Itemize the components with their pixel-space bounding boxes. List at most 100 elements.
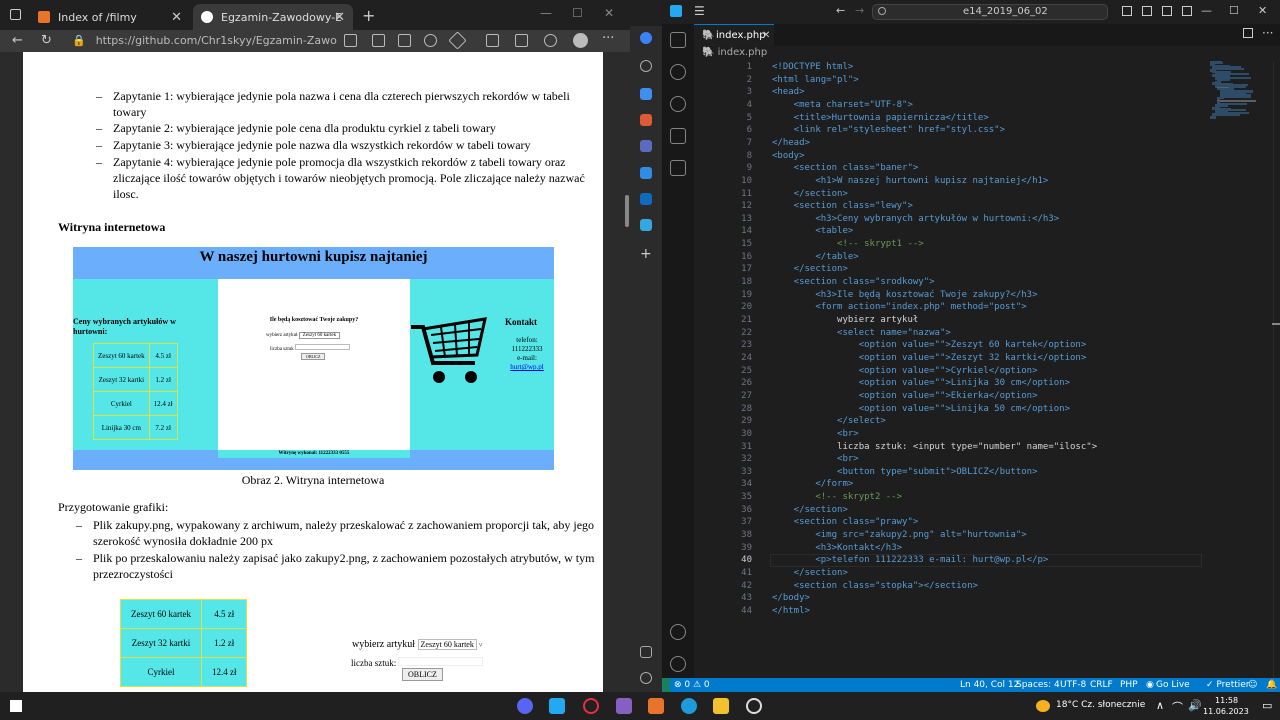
back-icon[interactable]: ← [836, 4, 845, 17]
zoom-icon[interactable] [424, 34, 437, 47]
favorite-star-icon[interactable] [448, 31, 467, 50]
code-line[interactable]: <html lang="pl"> [772, 74, 859, 87]
search-icon[interactable] [640, 60, 652, 72]
code-line[interactable]: </section> [772, 567, 848, 580]
code-line[interactable]: <body> [772, 150, 805, 163]
forward-icon[interactable]: → [855, 4, 864, 17]
command-center-search[interactable]: e14_2019_06_02 [872, 4, 1108, 20]
code-line[interactable]: <br> [772, 453, 859, 466]
tab-close-icon[interactable]: ✕ [334, 10, 345, 25]
layout-icon[interactable] [1182, 6, 1192, 16]
edge-icon[interactable] [681, 698, 697, 714]
toggle-panel-icon[interactable] [1142, 6, 1152, 16]
toggle-sidebar-icon[interactable] [1122, 6, 1132, 16]
minimap[interactable] [1210, 61, 1266, 121]
minimize-icon[interactable]: — [540, 6, 552, 20]
code-line[interactable]: <table> [772, 225, 853, 238]
opera-icon[interactable] [583, 698, 599, 714]
more-actions-icon[interactable]: ··· [1262, 26, 1273, 40]
code-line[interactable]: <head> [772, 86, 805, 99]
problems-indicator[interactable]: ⊗ 0 ⚠ 0 [674, 678, 710, 692]
code-line[interactable]: <option value="">Zeszyt 60 kartek</optio… [772, 339, 1087, 352]
address-input[interactable]: 🔒 https://github.com/Chr1skyy/Egzamin-Zaw… [72, 32, 337, 50]
notification-icon[interactable]: ▭ [1262, 699, 1272, 712]
code-line[interactable]: <section class="lewy"> [772, 200, 913, 213]
maximize-icon[interactable]: ☐ [572, 6, 583, 20]
editor-scrollbar[interactable] [1273, 61, 1280, 678]
account-icon[interactable] [670, 624, 686, 640]
cursor-position[interactable]: Ln 40, Col 12 [960, 678, 1019, 692]
code-line[interactable]: </html> [772, 605, 810, 618]
maximize-icon[interactable]: ☐ [1229, 4, 1239, 17]
add-icon[interactable]: + [640, 246, 652, 262]
code-line[interactable]: <option value="">Cyrkiel</option> [772, 365, 1038, 378]
code-line[interactable]: <option value="">Linijka 30 cm</option> [772, 377, 1070, 390]
code-line[interactable]: <br> [772, 428, 859, 441]
menu-icon[interactable]: ☰ [694, 4, 705, 18]
code-line[interactable]: liczba sztuk: <input type="number" name=… [772, 441, 1097, 454]
shopping-icon[interactable] [640, 88, 652, 100]
settings-gear-icon[interactable] [640, 672, 652, 684]
tab-close-icon[interactable]: ✕ [762, 25, 770, 47]
go-live-button[interactable]: Go Live [1156, 678, 1190, 692]
pdf-scrollbar[interactable] [603, 52, 623, 692]
volume-icon[interactable]: 🔊 [1188, 699, 1202, 712]
remote-icon[interactable] [662, 678, 670, 692]
code-line[interactable]: <!DOCTYPE html> [772, 61, 853, 74]
code-line[interactable]: <form action="index.php" method="post"> [772, 301, 1026, 314]
tab-github[interactable]: Egzamin-Zawodowy-E14-EE09-I ✕ [193, 4, 353, 30]
extensions-icon[interactable] [544, 34, 557, 47]
split-editor-icon[interactable] [1243, 28, 1253, 38]
code-line[interactable]: <h3>Ceny wybranych artykułów w hurtowni:… [772, 213, 1059, 226]
code-line[interactable]: <section class="prawy"> [772, 516, 919, 529]
notifications-icon[interactable]: 🔔 [1266, 678, 1277, 692]
code-line[interactable]: </section> [772, 504, 848, 517]
back-icon[interactable]: ← [12, 33, 23, 48]
prettier-status[interactable]: ✓ Prettier [1206, 678, 1250, 692]
favorites-icon[interactable] [486, 34, 499, 47]
discord-icon[interactable] [517, 698, 533, 714]
read-aloud-icon[interactable] [372, 34, 385, 47]
code-line[interactable]: <h3>Kontakt</h3> [772, 542, 902, 555]
code-line[interactable]: <section class="baner"> [772, 162, 919, 175]
outlook-icon[interactable] [640, 193, 652, 205]
code-line[interactable]: </body> [772, 592, 810, 605]
language-mode[interactable]: PHP [1120, 678, 1138, 692]
more-menu-icon[interactable]: ··· [602, 31, 614, 46]
microsoft365-icon[interactable] [640, 167, 652, 179]
feedback-icon[interactable]: ☺ [1248, 678, 1257, 692]
code-line[interactable]: <button type="submit">OBLICZ</button> [772, 466, 1038, 479]
code-line[interactable]: </select> [772, 415, 886, 428]
extensions-icon[interactable] [670, 160, 686, 176]
drop-icon[interactable] [640, 219, 652, 231]
clock-date[interactable]: 11.06.2023 [1203, 707, 1249, 716]
code-line[interactable]: <!-- skrypt1 --> [772, 238, 924, 251]
clock-time[interactable]: 11:58 [1215, 696, 1238, 705]
code-line[interactable]: <h1>W naszej hurtowni kupisz najtaniej</… [772, 175, 1048, 188]
toggle-secondary-icon[interactable] [1162, 6, 1172, 16]
search-icon[interactable] [670, 64, 686, 80]
code-line[interactable]: <option value="">Ekierka</option> [772, 390, 1038, 403]
manage-gear-icon[interactable] [670, 656, 686, 672]
minimize-icon[interactable]: — [1201, 4, 1212, 17]
code-line[interactable]: </section> [772, 188, 848, 201]
code-line[interactable]: <h3>Ile będą kosztować Twoje zakupy?</h3… [772, 289, 1037, 302]
tab-index-php[interactable]: 🐘 index.php ✕ [694, 24, 774, 46]
xampp-icon[interactable] [648, 698, 664, 714]
breadcrumb[interactable]: 🐘 index.php [702, 46, 767, 60]
code-line[interactable]: <option value="">Zeszyt 32 kartki</optio… [772, 352, 1087, 365]
close-window-icon[interactable]: ✕ [604, 6, 614, 20]
code-line[interactable]: </table> [772, 251, 858, 264]
code-line[interactable]: </head> [772, 137, 810, 150]
scrollbar-thumb[interactable] [625, 195, 629, 227]
vscode-taskbar-icon[interactable] [549, 698, 565, 714]
code-line[interactable]: <option value="">Linijka 50 cm</option> [772, 403, 1070, 416]
code-line[interactable]: <select name="nazwa"> [772, 327, 951, 340]
run-debug-icon[interactable] [670, 128, 686, 144]
code-line[interactable]: <section class="srodkowy"> [772, 276, 935, 289]
code-line[interactable]: <meta charset="UTF-8"> [772, 99, 913, 112]
code-line[interactable]: </form> [772, 478, 853, 491]
games-icon[interactable] [640, 140, 652, 152]
close-window-icon[interactable]: ✕ [1258, 4, 1267, 17]
weather-text[interactable]: 18°C Cz. słonecznie [1056, 700, 1145, 710]
